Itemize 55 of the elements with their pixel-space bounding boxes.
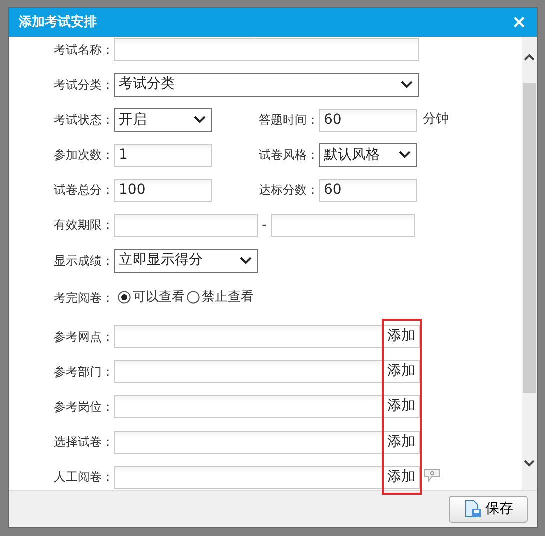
chevron-down-icon (239, 256, 253, 266)
unit-label: 分钟 (423, 111, 449, 130)
add-button[interactable]: 添加 (384, 430, 420, 454)
dialog-title: 添加考试安排 (19, 14, 97, 32)
field-label: 考完阅卷： (53, 290, 114, 307)
input-field[interactable] (114, 466, 384, 489)
field-label: 显示成绩： (53, 252, 114, 270)
input-field[interactable] (114, 38, 419, 62)
radio-option[interactable]: 禁止查看 (187, 288, 254, 308)
scroll-thumb[interactable] (523, 83, 536, 393)
field-label: 试卷总分： (53, 182, 114, 200)
field-label: 参考部门： (53, 364, 114, 381)
field-label: 选择试卷： (53, 434, 114, 452)
chevron-down-icon (193, 115, 207, 126)
field-label: 答题时间： (258, 112, 319, 130)
add-button[interactable]: 添加 (384, 395, 420, 418)
field-label: 达标分数： (258, 182, 319, 200)
document-icon (464, 500, 482, 518)
chevron-down-icon (400, 80, 414, 90)
field-label: 参考岗位： (53, 398, 114, 416)
input-field[interactable] (114, 430, 384, 454)
field-label: 试卷风格： (258, 147, 319, 164)
field-label: 参考网点： (53, 328, 114, 346)
save-button[interactable]: 保存 (449, 496, 528, 522)
input-field[interactable]: 60 (319, 108, 417, 132)
field-label: 考试状态： (53, 112, 114, 130)
select-field[interactable]: 开启 (114, 108, 212, 132)
add-button[interactable]: 添加 (384, 466, 420, 489)
radio-option[interactable]: 可以查看 (118, 288, 185, 308)
select-field[interactable]: 默认风格 (319, 143, 417, 168)
field-label: 考试分类： (53, 76, 114, 94)
input-field[interactable]: 100 (114, 178, 212, 202)
date-field[interactable] (114, 214, 258, 237)
add-button[interactable]: 添加 (384, 360, 420, 384)
input-field[interactable]: 60 (319, 178, 417, 202)
field-label: 有效期限： (53, 217, 114, 234)
range-separator: - (261, 216, 268, 235)
select-field[interactable]: 考试分类 (114, 72, 419, 97)
scroll-up-icon[interactable] (523, 53, 536, 63)
field-label: 人工阅卷： (53, 469, 114, 486)
input-field[interactable]: 1 (114, 144, 212, 167)
field-label: 考试名称： (53, 42, 114, 59)
radio-button[interactable] (187, 291, 200, 304)
radio-button[interactable] (118, 291, 131, 304)
add-button[interactable]: 添加 (384, 325, 420, 348)
field-label: 参加次数： (53, 147, 114, 164)
input-field[interactable] (114, 395, 384, 418)
select-field[interactable]: 立即显示得分 (114, 248, 258, 273)
input-field[interactable] (114, 360, 384, 384)
help-bubble-icon[interactable] (424, 468, 441, 482)
input-field[interactable] (114, 325, 384, 348)
scroll-down-icon[interactable] (523, 458, 536, 468)
scrollbar[interactable] (522, 37, 537, 490)
date-field[interactable] (271, 214, 415, 237)
chevron-down-icon (398, 150, 412, 160)
